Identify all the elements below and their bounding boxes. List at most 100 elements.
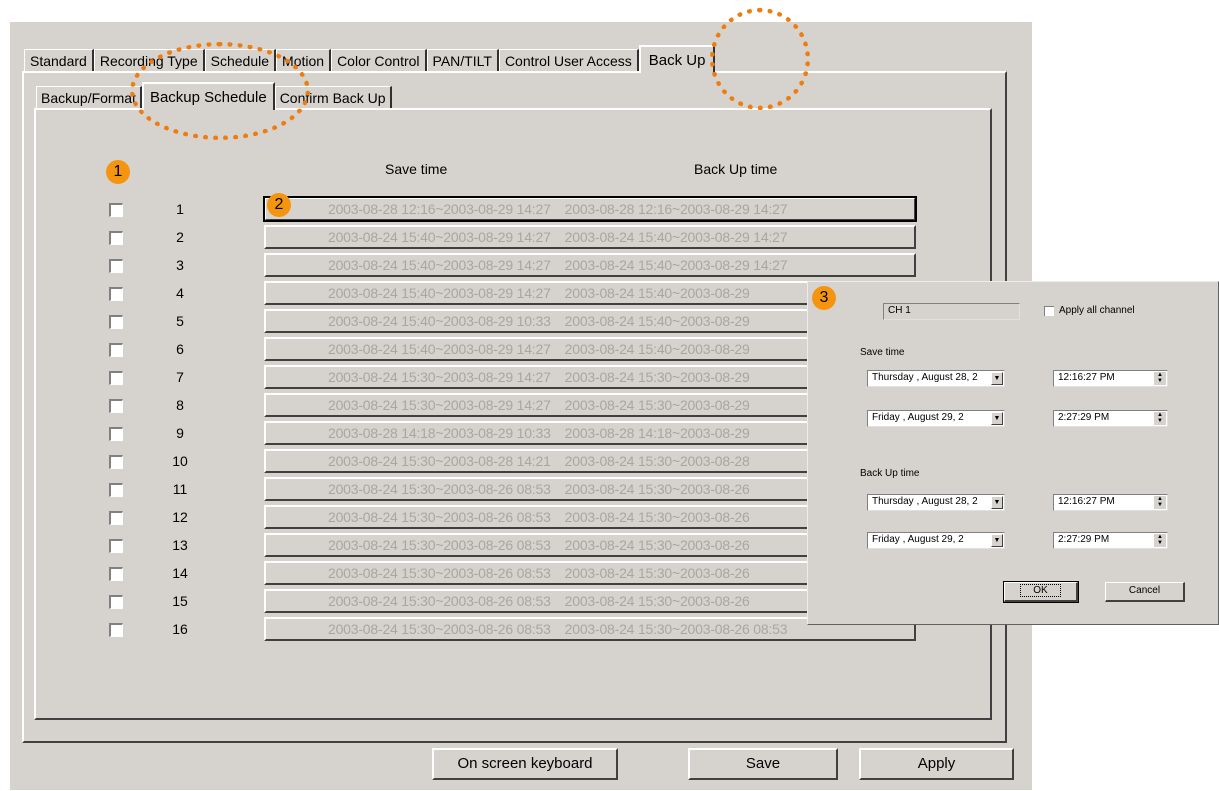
- schedule-row-button[interactable]: 2003-08-24 15:40~2003-08-29 14:27 2003-08…: [264, 225, 916, 249]
- row-save-time: 2003-08-24 15:30~2003-08-29 14:27: [328, 369, 551, 385]
- row-backup-time: 2003-08-24 15:30~2003-08-29: [564, 397, 750, 413]
- row-backup-time: 2003-08-24 15:40~2003-08-29: [564, 313, 750, 329]
- row-checkbox[interactable]: [109, 203, 123, 217]
- row-save-time: 2003-08-24 15:30~2003-08-28 14:21: [328, 453, 551, 469]
- save-start-time-picker[interactable]: 12:16:27 PM ▲ ▼: [1053, 370, 1168, 387]
- backup-end-date-picker[interactable]: Friday , August 29, 2 ▼: [867, 532, 1005, 549]
- row-number: 16: [172, 621, 188, 637]
- save-end-date-picker[interactable]: Friday , August 29, 2 ▼: [867, 410, 1005, 427]
- tab-standard[interactable]: Standard: [24, 49, 94, 73]
- save-end-day: Friday: [872, 412, 900, 423]
- row-checkbox[interactable]: [109, 231, 123, 245]
- row-backup-time: 2003-08-24 15:30~2003-08-26 08:53: [564, 621, 788, 637]
- backup-end-day: Friday: [872, 534, 900, 545]
- row-number: 11: [172, 481, 188, 497]
- row-backup-time: 2003-08-24 15:30~2003-08-28: [564, 453, 750, 469]
- row-number: 12: [172, 509, 188, 525]
- row-checkbox[interactable]: [109, 483, 123, 497]
- highlight-ring-backup-schedule: [130, 42, 310, 140]
- tab-backup-format[interactable]: Backup/Format: [36, 86, 142, 110]
- row-checkbox[interactable]: [109, 343, 123, 357]
- main-tab-bar: Standard Recording Type Schedule Motion …: [24, 45, 716, 73]
- row-checkbox[interactable]: [109, 287, 123, 301]
- on-screen-keyboard-button[interactable]: On screen keyboard: [432, 748, 618, 780]
- tab-control-user-access[interactable]: Control User Access: [498, 49, 639, 73]
- row-backup-time: 2003-08-24 15:30~2003-08-29: [564, 369, 750, 385]
- apply-button[interactable]: Apply: [859, 748, 1014, 780]
- backup-end-date: August 29, 2: [907, 534, 964, 545]
- spinner-icon[interactable]: ▲ ▼: [1154, 496, 1166, 509]
- row-checkbox[interactable]: [109, 623, 123, 637]
- row-save-time: 2003-08-24 15:40~2003-08-29 14:27: [328, 229, 551, 245]
- dropdown-arrow-icon[interactable]: ▼: [991, 412, 1003, 425]
- apply-all-channel-checkbox[interactable]: [1044, 306, 1054, 316]
- row-checkbox[interactable]: [109, 371, 123, 385]
- dropdown-arrow-icon[interactable]: ▼: [991, 372, 1003, 385]
- row-save-time: 2003-08-24 15:30~2003-08-26 08:53: [328, 481, 551, 497]
- row-checkbox[interactable]: [109, 539, 123, 553]
- row-checkbox[interactable]: [109, 427, 123, 441]
- row-checkbox[interactable]: [109, 455, 123, 469]
- row-save-time: 2003-08-24 15:40~2003-08-29 14:27: [328, 257, 551, 273]
- save-time-header: Save time: [385, 161, 448, 177]
- row-number: 6: [176, 341, 184, 357]
- save-end-date: August 29, 2: [907, 412, 964, 423]
- save-time-label: Save time: [860, 347, 905, 358]
- schedule-row-button[interactable]: 2003-08-24 15:40~2003-08-29 14:27 2003-08…: [264, 253, 916, 277]
- row-checkbox[interactable]: [109, 511, 123, 525]
- highlight-ring-back-up-tab: [710, 8, 810, 110]
- row-save-time: 2003-08-28 12:16~2003-08-29 14:27: [328, 201, 551, 217]
- spinner-icon[interactable]: ▲ ▼: [1154, 412, 1166, 425]
- row-checkbox[interactable]: [109, 399, 123, 413]
- spinner-icon[interactable]: ▲ ▼: [1154, 372, 1166, 385]
- save-start-day: Thursday: [872, 372, 914, 383]
- row-save-time: 2003-08-24 15:30~2003-08-26 08:53: [328, 593, 551, 609]
- row-backup-time: 2003-08-28 12:16~2003-08-29 14:27: [564, 201, 788, 217]
- backup-time-label: Back Up time: [860, 468, 920, 479]
- ok-label: OK: [1020, 584, 1061, 597]
- row-save-time: 2003-08-24 15:30~2003-08-26 08:53: [328, 537, 551, 553]
- row-save-time: 2003-08-24 15:40~2003-08-29 14:27: [328, 285, 551, 301]
- cancel-button[interactable]: Cancel: [1105, 582, 1185, 602]
- save-button[interactable]: Save: [688, 748, 838, 780]
- backup-end-time: 2:27:29 PM: [1058, 534, 1110, 545]
- backup-start-time-picker[interactable]: 12:16:27 PM ▲ ▼: [1053, 494, 1168, 511]
- save-start-date-picker[interactable]: Thursday , August 28, 2 ▼: [867, 370, 1005, 387]
- row-number: 14: [172, 565, 188, 581]
- row-checkbox[interactable]: [109, 315, 123, 329]
- schedule-row-button[interactable]: 2003-08-28 12:16~2003-08-29 14:27 2003-08…: [263, 196, 917, 222]
- row-number: 13: [172, 537, 188, 553]
- tab-pan-tilt[interactable]: PAN/TILT: [426, 49, 499, 73]
- row-backup-time: 2003-08-24 15:40~2003-08-29: [564, 341, 750, 357]
- save-start-time: 12:16:27 PM: [1058, 372, 1115, 383]
- ok-button[interactable]: OK: [1003, 581, 1079, 603]
- tab-color-control[interactable]: Color Control: [331, 49, 427, 73]
- backup-start-date-picker[interactable]: Thursday , August 28, 2 ▼: [867, 494, 1005, 511]
- save-end-time: 2:27:29 PM: [1058, 412, 1110, 423]
- dropdown-arrow-icon[interactable]: ▼: [991, 496, 1003, 509]
- apply-all-channel-label: Apply all channel: [1059, 305, 1135, 316]
- row-backup-time: 2003-08-24 15:30~2003-08-26: [564, 481, 750, 497]
- row-save-time: 2003-08-24 15:30~2003-08-26 08:53: [328, 621, 551, 637]
- row-number: 15: [172, 593, 188, 609]
- backup-start-day: Thursday: [872, 496, 914, 507]
- row-number: 8: [176, 397, 184, 413]
- row-checkbox[interactable]: [109, 259, 123, 273]
- spinner-icon[interactable]: ▲ ▼: [1154, 534, 1166, 547]
- save-start-date: August 28, 2: [921, 372, 978, 383]
- backup-end-time-picker[interactable]: 2:27:29 PM ▲ ▼: [1053, 532, 1168, 549]
- tab-back-up[interactable]: Back Up: [638, 45, 716, 73]
- row-checkbox[interactable]: [109, 595, 123, 609]
- row-number: 2: [176, 229, 184, 245]
- row-save-time: 2003-08-24 15:40~2003-08-29 10:33: [328, 313, 551, 329]
- row-backup-time: 2003-08-24 15:30~2003-08-26: [564, 537, 750, 553]
- row-number: 1: [176, 201, 184, 217]
- row-backup-time: 2003-08-24 15:30~2003-08-26: [564, 509, 750, 525]
- row-backup-time: 2003-08-24 15:40~2003-08-29 14:27: [564, 257, 788, 273]
- row-save-time: 2003-08-24 15:40~2003-08-29 14:27: [328, 341, 551, 357]
- backup-time-dialog: 3 CH 1 Apply all channel Save time Thurs…: [807, 281, 1219, 625]
- row-checkbox[interactable]: [109, 567, 123, 581]
- save-end-time-picker[interactable]: 2:27:29 PM ▲ ▼: [1053, 410, 1168, 427]
- dropdown-arrow-icon[interactable]: ▼: [991, 534, 1003, 547]
- row-number: 5: [176, 313, 184, 329]
